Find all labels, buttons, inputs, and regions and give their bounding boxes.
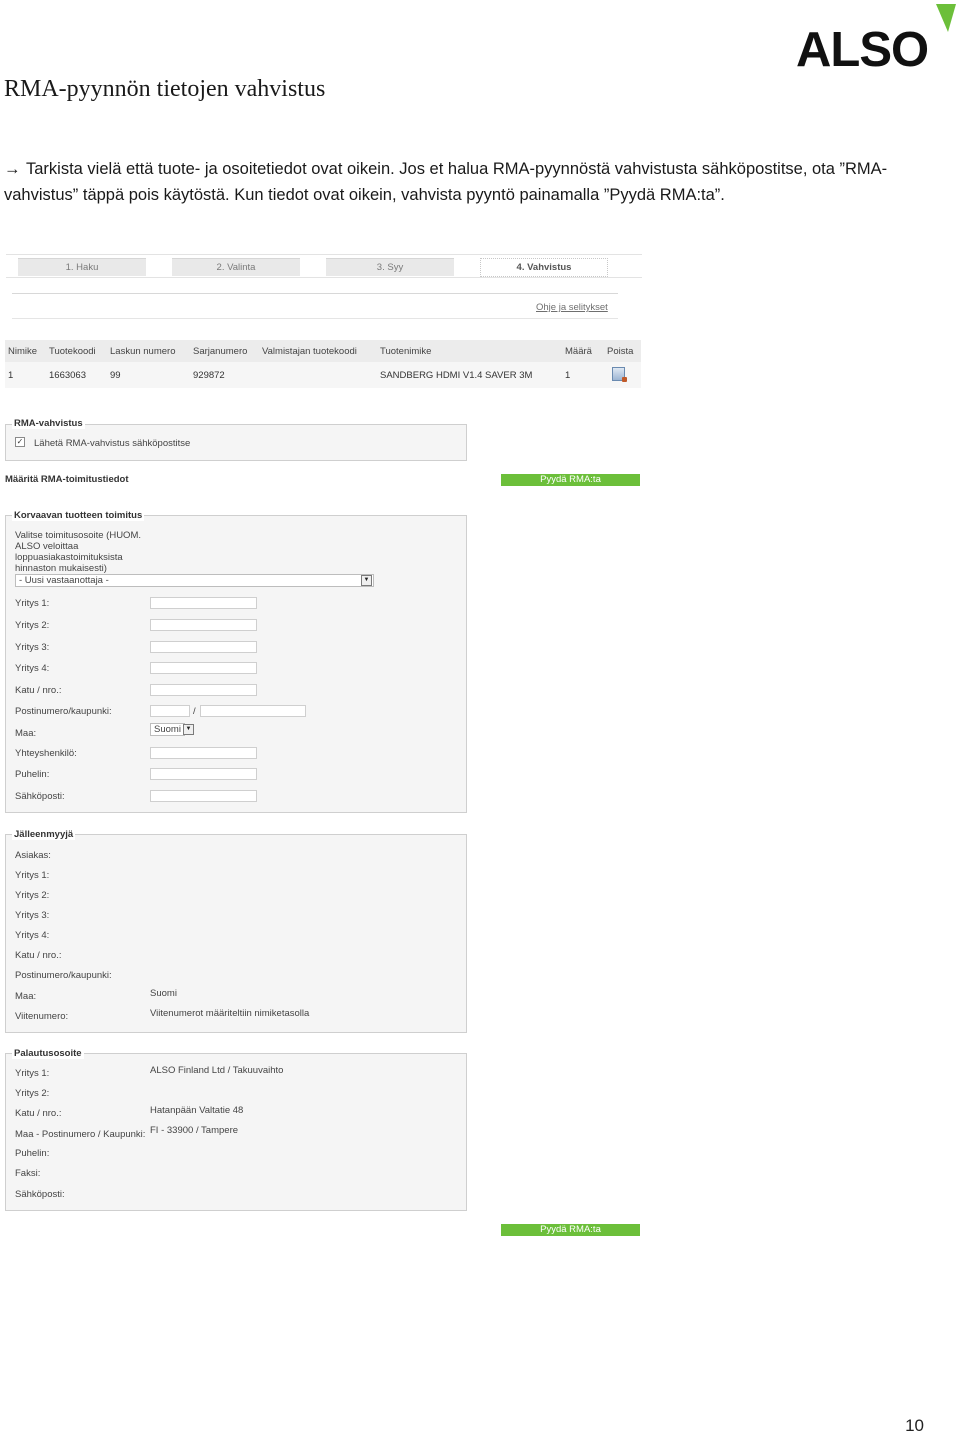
step-vahvistus: 4. Vahvistus (480, 258, 608, 277)
step-syy[interactable]: 3. Syy (326, 258, 454, 276)
reseller-fieldset (5, 834, 467, 1033)
company2-input[interactable] (150, 619, 257, 631)
page-number: 10 (905, 1416, 924, 1435)
field-label: Yritys 3: (15, 642, 50, 653)
delivery-note-line: Valitse toimitusosoite (HUOM. (15, 530, 141, 541)
logo-text: ALSO (796, 23, 928, 70)
email-input[interactable] (150, 790, 257, 802)
cell-invoice-number: 99 (107, 362, 190, 388)
reseller-country-value: Suomi (150, 988, 177, 999)
cell-item: 1 (5, 362, 46, 388)
request-rma-button-bottom[interactable]: Pyydä RMA:ta (501, 1224, 640, 1236)
instructions: → Tarkista vielä että tuote- ja osoitetie… (4, 156, 944, 208)
country-select[interactable]: Suomi (150, 723, 185, 736)
field-label: Yritys 2: (15, 1088, 50, 1099)
field-label: Yhteyshenkilö: (15, 748, 77, 759)
field-label: Puhelin: (15, 1148, 50, 1159)
reseller-legend: Jälleenmyyjä (12, 829, 76, 840)
divider (12, 293, 618, 294)
field-label: Viitenumero: (15, 1011, 69, 1022)
field-label: Postinumero/kaupunki: (15, 970, 112, 981)
return-address-legend: Palautusosoite (12, 1048, 84, 1059)
cell-product-code: 1663063 (46, 362, 107, 388)
city-input[interactable] (200, 705, 306, 717)
cell-product-name: SANDBERG HDMI V1.4 SAVER 3M (377, 362, 562, 388)
email-confirmation-checkbox[interactable]: ✓ (15, 437, 25, 447)
field-label: Yritys 1: (15, 870, 50, 881)
cell-quantity: 1 (562, 362, 604, 388)
chevron-down-icon[interactable]: ▼ (183, 724, 194, 735)
request-rma-button[interactable]: Pyydä RMA:ta (501, 474, 640, 486)
cell-manufacturer-code (259, 362, 377, 388)
field-label: Sähköposti: (15, 1189, 65, 1200)
column-header: Laskun numero (107, 340, 190, 362)
field-label: Maa - Postinumero / Kaupunki: (15, 1129, 146, 1140)
field-label: Asiakas: (15, 850, 51, 861)
product-table: Nimike Tuotekoodi Laskun numero Sarjanum… (5, 340, 641, 388)
field-label: Postinumero/kaupunki: (15, 706, 112, 717)
field-label: Yritys 4: (15, 930, 50, 941)
step-haku[interactable]: 1. Haku (18, 258, 146, 276)
reseller-reference-value: Viitenumerot määriteltiin nimiketasolla (150, 1008, 310, 1019)
field-label: Katu / nro.: (15, 685, 62, 696)
column-header: Poista (604, 340, 641, 362)
field-label: Maa: (15, 991, 37, 1002)
step-valinta[interactable]: 2. Valinta (172, 258, 300, 276)
return-street-value: Hatanpään Valtatie 48 (150, 1105, 244, 1116)
column-header: Tuotekoodi (46, 340, 107, 362)
field-label: Yritys 1: (15, 1068, 50, 1079)
street-input[interactable] (150, 684, 257, 696)
field-label: Maa: (15, 728, 37, 739)
field-label: Katu / nro.: (15, 950, 62, 961)
company3-input[interactable] (150, 641, 257, 653)
divider (12, 318, 618, 319)
column-header: Tuotenimike (377, 340, 562, 362)
field-label: Yritys 4: (15, 663, 50, 674)
replacement-delivery-legend: Korvaavan tuotteen toimitus (12, 510, 145, 521)
logo-accent-triangle (936, 4, 956, 32)
company4-input[interactable] (150, 662, 257, 674)
chevron-down-icon[interactable]: ▼ (361, 575, 372, 586)
page-title: RMA-pyynnön tietojen vahvistus (4, 76, 326, 102)
delivery-note-line: hinnaston mukaisesti) (15, 563, 107, 574)
recipient-select[interactable]: - Uusi vastaanottaja - (15, 574, 374, 587)
field-label: Katu / nro.: (15, 1108, 62, 1119)
instructions-text: Tarkista vielä että tuote- ja osoitetied… (4, 160, 888, 204)
delivery-note-line: ALSO veloittaa (15, 541, 79, 552)
field-label: Yritys 2: (15, 620, 50, 631)
delivery-info-title: Määritä RMA-toimitustiedot (5, 474, 129, 485)
also-logo: ALSO (796, 4, 956, 70)
column-header: Sarjanumero (190, 340, 259, 362)
field-label: Sähköposti: (15, 791, 65, 802)
arrow-right-icon: → (4, 160, 21, 178)
field-label: Yritys 2: (15, 890, 50, 901)
column-header: Nimike (5, 340, 46, 362)
column-header: Valmistajan tuotekoodi (259, 340, 377, 362)
postal-code-input[interactable] (150, 705, 190, 717)
contact-person-input[interactable] (150, 747, 257, 759)
rma-confirmation-legend: RMA-vahvistus (12, 418, 85, 429)
table-row: 1 1663063 99 929872 SANDBERG HDMI V1.4 S… (5, 362, 641, 388)
return-city-value: FI - 33900 / Tampere (150, 1125, 239, 1136)
field-label: Faksi: (15, 1168, 41, 1179)
company1-input[interactable] (150, 597, 257, 609)
field-label: Yritys 1: (15, 598, 50, 609)
column-header: Määrä (562, 340, 604, 362)
delete-icon[interactable] (612, 366, 627, 382)
delivery-note-line: loppuasiakastoimituksista (15, 552, 123, 563)
email-confirmation-label: Lähetä RMA-vahvistus sähköpostitse (34, 438, 191, 449)
field-label: Puhelin: (15, 769, 50, 780)
postal-separator: / (193, 706, 196, 717)
return-company-value: ALSO Finland Ltd / Takuuvaihto (150, 1065, 284, 1076)
phone-input[interactable] (150, 768, 257, 780)
help-link[interactable]: Ohje ja selitykset (536, 302, 608, 313)
cell-serial-number: 929872 (190, 362, 259, 388)
field-label: Yritys 3: (15, 910, 50, 921)
table-header-row: Nimike Tuotekoodi Laskun numero Sarjanum… (5, 340, 641, 362)
